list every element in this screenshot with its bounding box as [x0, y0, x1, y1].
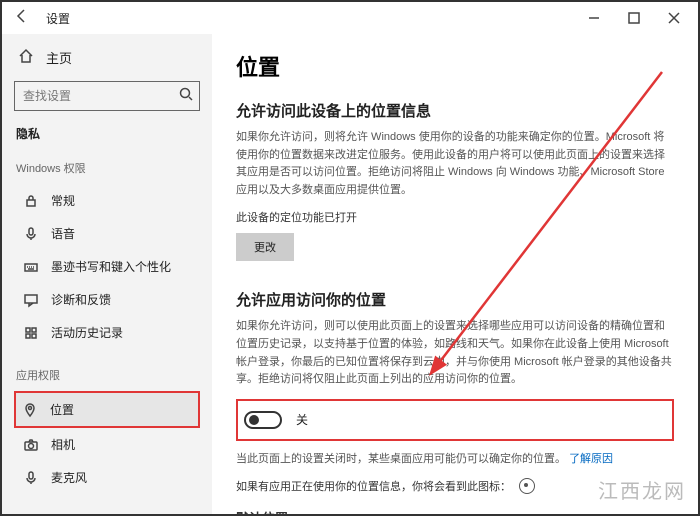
titlebar: 设置: [2, 2, 698, 34]
location-indicator-icon: [519, 478, 535, 494]
sidebar-item-label: 麦克风: [51, 469, 87, 486]
search-icon: [178, 86, 194, 107]
device-location-status: 此设备的定位功能已打开: [236, 209, 674, 225]
sidebar-item-label: 诊断和反馈: [51, 291, 111, 308]
sidebar-item-label: 语音: [51, 225, 75, 242]
sidebar-item-camera[interactable]: 相机: [14, 428, 200, 461]
sidebar-item-location[interactable]: 位置: [14, 391, 200, 428]
feedback-icon: [23, 292, 39, 308]
location-icon: [22, 402, 38, 418]
sidebar-item-label: 位置: [50, 401, 74, 418]
content-pane: 位置 允许访问此设备上的位置信息 如果你允许访问，则将允许 Windows 使用…: [212, 34, 698, 514]
sidebar-item-label: 常规: [51, 192, 75, 209]
sidebar-home-label: 主页: [46, 48, 72, 67]
location-icon-note: 如果有应用正在使用你的位置信息，你将会看到此图标：: [236, 478, 674, 494]
learn-more-link[interactable]: 了解原因: [569, 453, 613, 465]
sidebar-item-microphone[interactable]: 麦克风: [14, 461, 200, 494]
window-title: 设置: [46, 10, 70, 27]
close-icon[interactable]: [654, 4, 694, 32]
sidebar-item-label: 墨迹书写和键入个性化: [51, 258, 171, 275]
camera-icon: [23, 437, 39, 453]
change-button[interactable]: 更改: [236, 233, 294, 261]
section-body-device: 如果你允许访问，则将允许 Windows 使用你的设备的功能来确定你的位置。Mi…: [236, 129, 674, 199]
page-title: 位置: [236, 50, 674, 82]
sidebar-group-app: 应用权限: [16, 367, 200, 383]
mic-icon: [23, 226, 39, 242]
location-toggle-row: 关: [236, 399, 674, 441]
sidebar-item-diagnostics[interactable]: 诊断和反馈: [14, 283, 200, 316]
sidebar-group-windows: Windows 权限: [16, 160, 200, 176]
back-icon[interactable]: [14, 8, 30, 29]
sidebar-item-general[interactable]: 常规: [14, 184, 200, 217]
home-icon: [18, 48, 34, 67]
sidebar-item-label: 活动历史记录: [51, 324, 123, 341]
default-location-heading: 默认位置: [236, 508, 674, 514]
sidebar-item-label: 相机: [51, 436, 75, 453]
location-toggle[interactable]: [244, 411, 282, 429]
sidebar-item-speech[interactable]: 语音: [14, 217, 200, 250]
desktop-apps-note: 当此页面上的设置关闭时，某些桌面应用可能仍可以确定你的位置。 了解原因: [236, 451, 674, 469]
minimize-icon[interactable]: [574, 4, 614, 32]
toggle-label: 关: [296, 411, 308, 428]
sidebar: 主页 隐私 Windows 权限 常规 语音 墨迹书写和键入个性化: [2, 34, 212, 514]
sidebar-item-inking[interactable]: 墨迹书写和键入个性化: [14, 250, 200, 283]
sidebar-home[interactable]: 主页: [14, 42, 200, 73]
sidebar-item-activity[interactable]: 活动历史记录: [14, 316, 200, 349]
section-heading-device: 允许访问此设备上的位置信息: [236, 100, 674, 121]
search-input-wrap[interactable]: [14, 81, 200, 111]
search-input[interactable]: [23, 89, 178, 103]
section-body-apps: 如果你允许访问，则可以使用此页面上的设置来选择哪些应用可以访问设备的精确位置和位…: [236, 318, 674, 388]
mic-icon: [23, 470, 39, 486]
keyboard-icon: [23, 259, 39, 275]
sidebar-section-privacy: 隐私: [16, 125, 200, 142]
history-icon: [23, 325, 39, 341]
lock-icon: [23, 193, 39, 209]
maximize-icon[interactable]: [614, 4, 654, 32]
section-heading-apps: 允许应用访问你的位置: [236, 289, 674, 310]
